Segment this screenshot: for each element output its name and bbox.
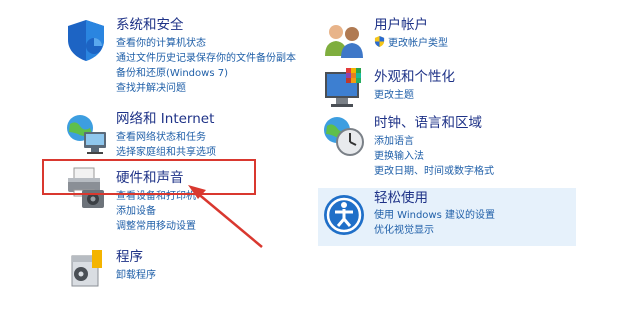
link-recommended-settings[interactable]: 使用 Windows 建议的设置 (374, 208, 495, 223)
highlight-box-hardware-sound (42, 159, 256, 195)
monitor-palette-icon[interactable] (322, 68, 366, 112)
link-add-device[interactable]: 添加设备 (116, 204, 196, 219)
users-icon[interactable] (322, 18, 366, 62)
category-title-ease-of-access[interactable]: 轻松使用 (374, 189, 428, 207)
link-file-history-backup[interactable]: 通过文件历史记录保存你的文件备份副本 (116, 51, 296, 66)
category-title-programs[interactable]: 程序 (116, 248, 143, 266)
category-links-system-security: 查看你的计算机状态 通过文件历史记录保存你的文件备份副本 备份和还原(Windo… (116, 36, 296, 96)
category-links-programs: 卸载程序 (116, 268, 156, 283)
link-view-computer-status[interactable]: 查看你的计算机状态 (116, 36, 296, 51)
category-links-clock-region: 添加语言 更换输入法 更改日期、时间或数字格式 (374, 134, 494, 179)
category-title-clock-region[interactable]: 时钟、语言和区域 (374, 114, 482, 132)
category-links-hardware-sound: 查看设备和打印机 添加设备 调整常用移动设置 (116, 189, 196, 234)
link-mobility-settings[interactable]: 调整常用移动设置 (116, 219, 196, 234)
category-links-appearance: 更改主题 (374, 88, 414, 103)
link-date-time-format[interactable]: 更改日期、时间或数字格式 (374, 164, 494, 179)
link-change-account-type[interactable]: 更改帐户类型 (374, 36, 448, 51)
shield-icon[interactable] (64, 18, 108, 62)
link-network-status[interactable]: 查看网络状态和任务 (116, 130, 216, 145)
link-add-language[interactable]: 添加语言 (374, 134, 494, 149)
ease-of-access-icon[interactable] (322, 193, 366, 237)
category-title-system-security[interactable]: 系统和安全 (116, 16, 184, 34)
link-change-theme[interactable]: 更改主题 (374, 88, 414, 103)
clock-globe-icon[interactable] (322, 114, 366, 158)
link-change-account-type-label: 更改帐户类型 (388, 38, 448, 49)
category-title-appearance[interactable]: 外观和个性化 (374, 68, 455, 86)
link-troubleshoot[interactable]: 查找并解决问题 (116, 81, 296, 96)
category-title-network[interactable]: 网络和 Internet (116, 110, 214, 128)
uac-shield-icon (374, 36, 385, 47)
category-links-user-accounts: 更改帐户类型 (374, 36, 448, 51)
link-optimize-visual-display[interactable]: 优化视觉显示 (374, 223, 495, 238)
programs-box-icon[interactable] (64, 246, 108, 290)
link-homegroup-sharing[interactable]: 选择家庭组和共享选项 (116, 145, 216, 160)
network-globe-icon[interactable] (64, 112, 108, 156)
category-links-ease-of-access: 使用 Windows 建议的设置 优化视觉显示 (374, 208, 495, 238)
category-title-user-accounts[interactable]: 用户帐户 (374, 16, 428, 34)
link-change-input-method[interactable]: 更换输入法 (374, 149, 494, 164)
link-uninstall-program[interactable]: 卸载程序 (116, 268, 156, 283)
category-links-network: 查看网络状态和任务 选择家庭组和共享选项 (116, 130, 216, 160)
link-backup-restore[interactable]: 备份和还原(Windows 7) (116, 66, 296, 81)
